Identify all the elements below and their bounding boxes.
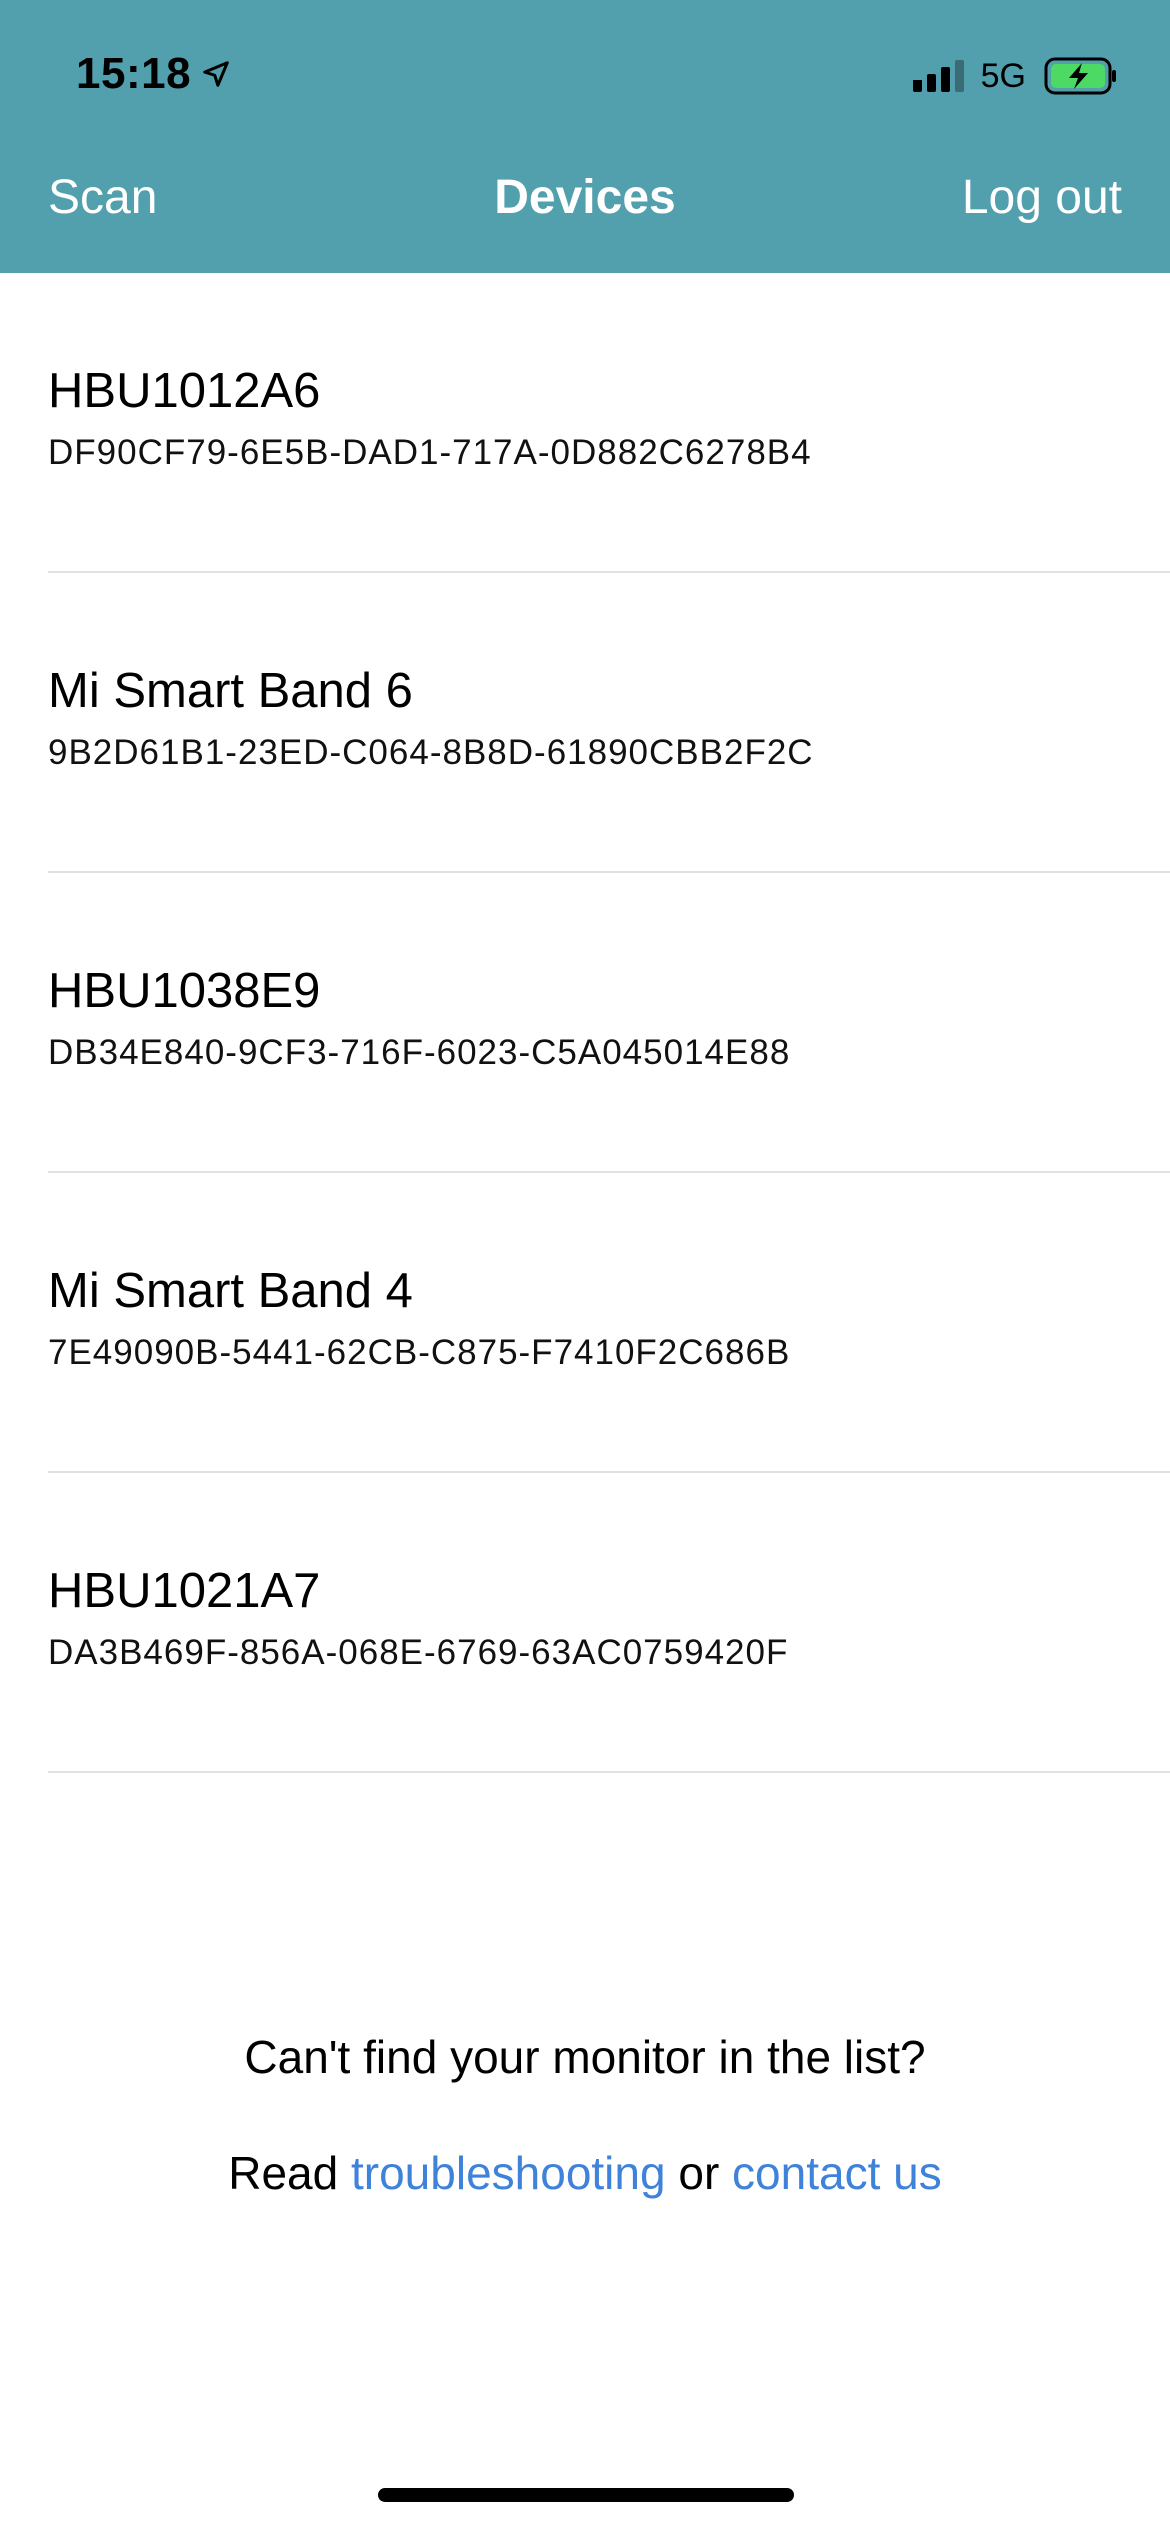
status-time: 15:18 [76, 44, 231, 104]
battery-charging-icon [1044, 57, 1116, 95]
device-row[interactable]: HBU1012A6 DF90CF79-6E5B-DAD1-717A-0D882C… [0, 273, 1170, 573]
signal-bars-icon [912, 60, 964, 92]
device-row[interactable]: Mi Smart Band 4 7E49090B-5441-62CB-C875-… [0, 1173, 1170, 1473]
log-out-button[interactable]: Log out [962, 170, 1122, 225]
device-row[interactable]: Mi Smart Band 6 9B2D61B1-23ED-C064-8B8D-… [0, 573, 1170, 873]
or-text: or [665, 2147, 733, 2199]
clock-text: 15:18 [76, 49, 192, 98]
device-name: HBU1012A6 [48, 364, 321, 418]
device-name: Mi Smart Band 4 [48, 1264, 413, 1318]
device-uuid: DA3B469F-856A-068E-6769-63AC0759420F [48, 1633, 789, 1672]
scan-button[interactable]: Scan [48, 170, 157, 225]
device-list: HBU1012A6 DF90CF79-6E5B-DAD1-717A-0D882C… [0, 273, 1170, 1773]
location-arrow-icon [203, 61, 229, 87]
network-type: 5G [980, 56, 1026, 95]
device-row[interactable]: HBU1038E9 DB34E840-9CF3-716F-6023-C5A045… [0, 873, 1170, 1173]
device-name: HBU1038E9 [48, 964, 321, 1018]
status-indicators: 5G [912, 48, 1118, 104]
read-prefix-text: Read [228, 2147, 351, 2199]
help-links-line: Read troubleshooting or contact us [0, 2146, 1170, 2200]
home-indicator[interactable] [378, 2488, 794, 2502]
device-uuid: 9B2D61B1-23ED-C064-8B8D-61890CBB2F2C [48, 733, 814, 772]
device-name: Mi Smart Band 6 [48, 664, 413, 718]
device-uuid: DB34E840-9CF3-716F-6023-C5A045014E88 [48, 1033, 791, 1072]
device-uuid: DF90CF79-6E5B-DAD1-717A-0D882C6278B4 [48, 433, 812, 472]
device-row[interactable]: HBU1021A7 DA3B469F-856A-068E-6769-63AC07… [0, 1473, 1170, 1773]
header-bar: 15:18 5G Scan Devices Log out [0, 0, 1170, 273]
contact-us-link[interactable]: contact us [732, 2147, 942, 2199]
help-question: Can't find your monitor in the list? [244, 2031, 926, 2083]
device-uuid: 7E49090B-5441-62CB-C875-F7410F2C686B [48, 1333, 791, 1372]
troubleshooting-link[interactable]: troubleshooting [351, 2147, 666, 2199]
device-name: HBU1021A7 [48, 1564, 321, 1618]
